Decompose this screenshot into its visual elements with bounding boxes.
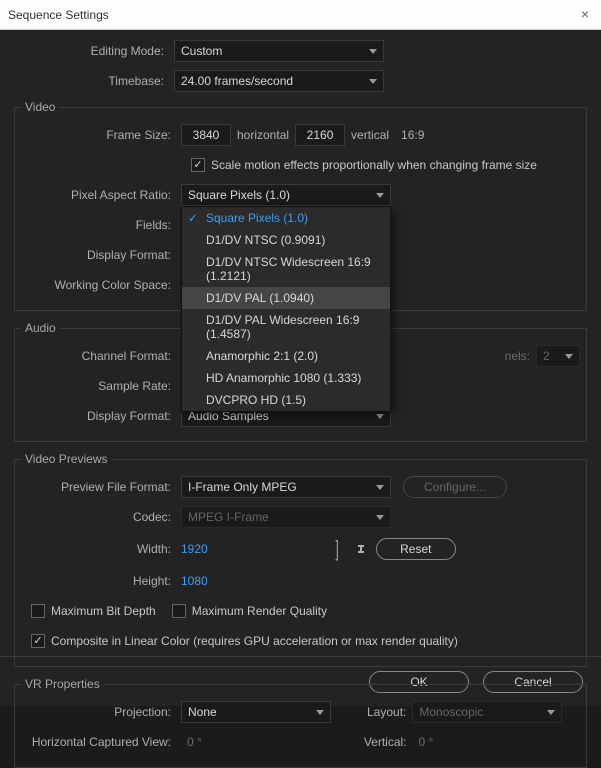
chevron-down-icon bbox=[316, 710, 324, 715]
chevron-down-icon bbox=[369, 49, 377, 54]
pixel-aspect-value: Square Pixels (1.0) bbox=[188, 188, 290, 202]
channels-select: 2 bbox=[536, 345, 580, 367]
layout-value: Monoscopic bbox=[419, 705, 483, 719]
composite-linear-label: Composite in Linear Color (requires GPU … bbox=[51, 634, 458, 648]
hcv-value: 0 ° bbox=[181, 735, 208, 749]
max-render-quality-checkbox[interactable] bbox=[172, 604, 186, 618]
preview-format-value: I-Frame Only MPEG bbox=[188, 480, 297, 494]
dropdown-item[interactable]: D1/DV NTSC Widescreen 16:9 (1.2121) bbox=[182, 251, 390, 287]
link-icon[interactable] bbox=[354, 542, 368, 556]
dropdown-item[interactable]: D1/DV PAL Widescreen 16:9 (1.4587) bbox=[182, 309, 390, 345]
codec-select: MPEG I-Frame bbox=[181, 506, 391, 528]
projection-label: Projection: bbox=[21, 705, 181, 719]
chevron-down-icon bbox=[376, 515, 384, 520]
bracket-icon: ] bbox=[332, 536, 341, 562]
chevron-down-icon bbox=[565, 354, 573, 359]
codec-value: MPEG I-Frame bbox=[188, 510, 269, 524]
preview-width-value[interactable]: 1920 bbox=[181, 542, 208, 556]
max-bit-depth-checkbox[interactable] bbox=[31, 604, 45, 618]
pixel-aspect-label: Pixel Aspect Ratio: bbox=[21, 188, 181, 202]
titlebar: Sequence Settings × bbox=[0, 0, 601, 30]
preview-height-label: Height: bbox=[21, 574, 181, 588]
sample-rate-label: Sample Rate: bbox=[21, 379, 181, 393]
previews-section: Video Previews Preview File Format: I-Fr… bbox=[14, 452, 587, 667]
close-icon[interactable]: × bbox=[577, 7, 593, 23]
display-format-a-label: Display Format: bbox=[21, 409, 181, 423]
layout-label: Layout: bbox=[361, 705, 412, 719]
preview-width-label: Width: bbox=[21, 542, 181, 556]
dropdown-item[interactable]: D1/DV NTSC (0.9091) bbox=[182, 229, 390, 251]
chevron-down-icon bbox=[376, 193, 384, 198]
dropdown-item[interactable]: DVCPRO HD (1.5) bbox=[182, 389, 390, 411]
audio-legend: Audio bbox=[21, 321, 60, 335]
dropdown-item[interactable]: HD Anamorphic 1080 (1.333) bbox=[182, 367, 390, 389]
pixel-aspect-dropdown: Square Pixels (1.0) D1/DV NTSC (0.9091) … bbox=[181, 206, 391, 412]
editing-mode-value: Custom bbox=[181, 44, 222, 58]
scale-motion-label: Scale motion effects proportionally when… bbox=[211, 158, 537, 172]
frame-width-input[interactable]: 3840 bbox=[181, 124, 231, 146]
timebase-value: 24.00 frames/second bbox=[181, 74, 293, 88]
chevron-down-icon bbox=[376, 414, 384, 419]
composite-linear-checkbox[interactable] bbox=[31, 634, 45, 648]
chevron-down-icon bbox=[369, 79, 377, 84]
dropdown-item[interactable]: Anamorphic 2:1 (2.0) bbox=[182, 345, 390, 367]
pixel-aspect-select[interactable]: Square Pixels (1.0) bbox=[181, 184, 391, 206]
horizontal-label: horizontal bbox=[231, 128, 295, 142]
channels-partlabel: nels: bbox=[499, 349, 536, 363]
frame-height-input[interactable]: 2160 bbox=[295, 124, 345, 146]
dialog-content: Editing Mode: Custom Timebase: 24.00 fra… bbox=[0, 30, 601, 656]
chevron-down-icon bbox=[547, 710, 555, 715]
configure-button: Configure... bbox=[403, 476, 507, 498]
reset-button[interactable]: Reset bbox=[376, 538, 456, 560]
vr-legend: VR Properties bbox=[21, 677, 104, 691]
layout-select: Monoscopic bbox=[412, 701, 562, 723]
projection-select[interactable]: None bbox=[181, 701, 331, 723]
aspect-label: 16:9 bbox=[395, 128, 430, 142]
video-legend: Video bbox=[21, 100, 59, 114]
channel-format-label: Channel Format: bbox=[21, 349, 181, 363]
vertical-label: Vertical: bbox=[358, 735, 413, 749]
channels-value: 2 bbox=[543, 349, 550, 363]
display-format-v-label: Display Format: bbox=[21, 248, 181, 262]
working-color-label: Working Color Space: bbox=[21, 278, 181, 292]
max-bit-depth-label: Maximum Bit Depth bbox=[51, 604, 156, 618]
vertical-value: 0 ° bbox=[413, 735, 440, 749]
max-render-quality-label: Maximum Render Quality bbox=[192, 604, 327, 618]
window-title: Sequence Settings bbox=[8, 8, 109, 22]
chevron-down-icon bbox=[376, 485, 384, 490]
vertical-label: vertical bbox=[345, 128, 395, 142]
fields-label: Fields: bbox=[21, 218, 181, 232]
preview-format-label: Preview File Format: bbox=[21, 480, 181, 494]
vr-section: VR Properties Projection: None Layout: M… bbox=[14, 677, 587, 768]
hcv-label: Horizontal Captured View: bbox=[21, 735, 181, 749]
preview-height-value[interactable]: 1080 bbox=[181, 574, 208, 588]
dropdown-item[interactable]: Square Pixels (1.0) bbox=[182, 207, 390, 229]
timebase-label: Timebase: bbox=[14, 74, 174, 88]
projection-value: None bbox=[188, 705, 217, 719]
frame-size-label: Frame Size: bbox=[21, 128, 181, 142]
previews-legend: Video Previews bbox=[21, 452, 112, 466]
editing-mode-select[interactable]: Custom bbox=[174, 40, 384, 62]
video-section: Video Frame Size: 3840 horizontal 2160 v… bbox=[14, 100, 587, 311]
timebase-select[interactable]: 24.00 frames/second bbox=[174, 70, 384, 92]
editing-mode-label: Editing Mode: bbox=[14, 44, 174, 58]
codec-label: Codec: bbox=[21, 510, 181, 524]
scale-motion-checkbox[interactable] bbox=[191, 158, 205, 172]
dropdown-item[interactable]: D1/DV PAL (1.0940) bbox=[182, 287, 390, 309]
preview-format-select[interactable]: I-Frame Only MPEG bbox=[181, 476, 391, 498]
